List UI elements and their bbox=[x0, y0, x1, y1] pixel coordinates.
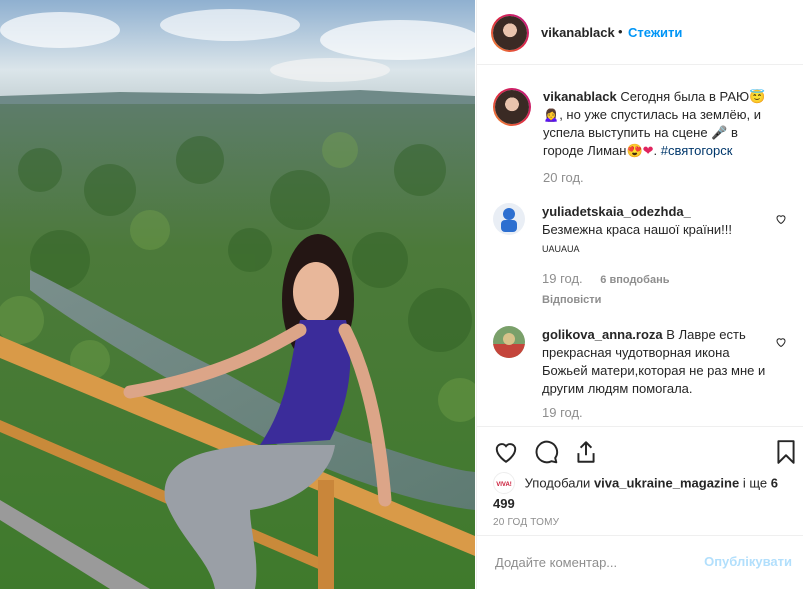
liker-avatar[interactable]: VIVA! bbox=[493, 472, 515, 494]
hashtag-link[interactable]: #святогорск bbox=[661, 143, 733, 158]
author-username[interactable]: vikanablack bbox=[541, 25, 615, 40]
likes-middle: і ще bbox=[742, 475, 768, 491]
heart-eyes-emoji-icon: 😍 bbox=[626, 143, 643, 158]
comment-likes[interactable]: 6 вподобань bbox=[600, 274, 669, 286]
likes-summary: VIVA! Уподобали viva_ukraine_magazine і … bbox=[493, 472, 783, 513]
comment-body: Безмежна краса нашої країни!!! bbox=[542, 222, 732, 237]
comment-text: golikova_anna.roza В Лавре есть прекрасн… bbox=[542, 326, 772, 422]
halo-emoji-icon: 😇 bbox=[749, 89, 766, 104]
caption-time: 20 год. bbox=[543, 170, 584, 185]
author-avatar[interactable] bbox=[491, 14, 529, 52]
comment-like-heart-icon[interactable] bbox=[775, 213, 787, 225]
comment-bubble-icon[interactable] bbox=[533, 439, 559, 465]
microphone-emoji-icon: 🎤 bbox=[711, 125, 728, 140]
likes-prefix: Уподобали bbox=[524, 475, 591, 491]
woman-emoji-icon: 🙍‍♀️ bbox=[543, 107, 560, 122]
photo-landscape-image bbox=[0, 0, 475, 589]
comment-avatar[interactable] bbox=[493, 326, 525, 358]
comment-text: yuliadetskaia_odezhda_ Безмежна краса на… bbox=[542, 203, 772, 309]
comment-avatar[interactable] bbox=[493, 203, 525, 235]
bookmark-icon[interactable] bbox=[773, 439, 799, 465]
comments-list[interactable]: vikanablack Сегодня была в РАЮ😇 🙍‍♀️, но… bbox=[477, 66, 803, 426]
reply-button[interactable]: Відповісти bbox=[542, 291, 772, 309]
post-panel: vikanablack • Стежити vikanablack Сегодн… bbox=[476, 0, 803, 589]
add-comment-input[interactable] bbox=[493, 554, 687, 571]
comment-time: 19 год. bbox=[542, 271, 583, 286]
like-heart-icon[interactable] bbox=[493, 439, 519, 465]
liker-username[interactable]: viva_ukraine_magazine bbox=[594, 475, 739, 490]
comment-like-heart-icon[interactable] bbox=[775, 336, 787, 348]
post-timestamp: 20 ГОД ТОМУ bbox=[493, 517, 560, 528]
add-comment-bar: Опублікувати bbox=[477, 535, 803, 591]
comment-username[interactable]: yuliadetskaia_odezhda_ bbox=[542, 204, 691, 219]
publish-button[interactable]: Опублікувати bbox=[704, 554, 792, 569]
share-icon[interactable] bbox=[573, 439, 599, 465]
separator-dot: • bbox=[618, 24, 623, 39]
follow-button[interactable]: Стежити bbox=[628, 25, 682, 40]
post-photo[interactable] bbox=[0, 0, 475, 589]
post-actions: VIVA! Уподобали viva_ukraine_magazine і … bbox=[477, 426, 803, 587]
comment-extra: UAUAUA bbox=[542, 244, 580, 254]
svg-text:VIVA!: VIVA! bbox=[496, 482, 512, 488]
caption-avatar[interactable] bbox=[493, 88, 531, 126]
comment-time: 19 год. bbox=[542, 405, 583, 420]
comment-username[interactable]: golikova_anna.roza bbox=[542, 327, 663, 342]
caption-line-1: Сегодня была в РАЮ bbox=[620, 89, 750, 104]
red-heart-emoji-icon: ❤ bbox=[642, 143, 654, 158]
caption-username[interactable]: vikanablack bbox=[543, 89, 617, 104]
caption-text: vikanablack Сегодня была в РАЮ😇 🙍‍♀️, но… bbox=[543, 88, 768, 187]
post-header: vikanablack • Стежити bbox=[477, 0, 803, 65]
